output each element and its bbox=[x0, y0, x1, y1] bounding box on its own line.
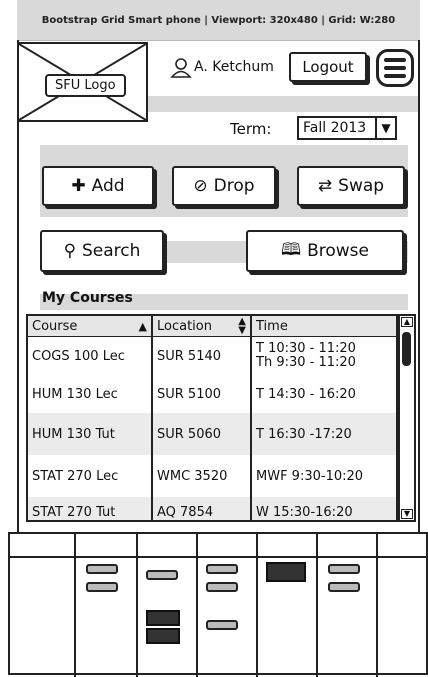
cell-time: W 15:30-16:20 bbox=[252, 497, 398, 520]
grid-cell-dark bbox=[146, 628, 180, 644]
plus-icon: ✚ bbox=[71, 176, 86, 196]
time-line: T 10:30 - 11:20 bbox=[256, 341, 356, 356]
drop-label: Drop bbox=[213, 176, 255, 196]
grid-cell-pill bbox=[86, 582, 118, 592]
viewport-titlebar: Bootstrap Grid Smart phone | Viewport: 3… bbox=[17, 0, 420, 41]
grid-cell-dark bbox=[266, 562, 306, 582]
cancel-icon: ⊘ bbox=[193, 176, 208, 196]
cell-location: WMC 3520 bbox=[153, 455, 252, 497]
grid-cell-pill bbox=[86, 564, 118, 574]
drop-button[interactable]: ⊘ Drop bbox=[172, 166, 276, 206]
swap-button[interactable]: ⇄ Swap bbox=[297, 166, 405, 206]
table-row[interactable]: COGS 100 Lec SUR 5140 T 10:30 - 11:20 Th… bbox=[28, 337, 398, 375]
courses-table[interactable]: Course ▲ Location ▲ ▼ Time COGS 100 Lec S… bbox=[26, 314, 416, 522]
browse-button[interactable]: 🕮 Browse bbox=[246, 230, 404, 272]
menu-icon-bar bbox=[384, 74, 406, 78]
menu-button[interactable] bbox=[376, 49, 414, 87]
grid-cell-pill bbox=[328, 582, 360, 592]
viewport-title: Bootstrap Grid Smart phone | Viewport: 3… bbox=[41, 14, 396, 26]
grid-cell-pill bbox=[328, 564, 360, 574]
sfu-logo[interactable]: SFU Logo bbox=[17, 42, 148, 122]
my-courses-title: My Courses bbox=[42, 290, 133, 306]
cell-time: T 10:30 - 11:20 Th 9:30 - 11:20 bbox=[252, 337, 398, 375]
swap-icon: ⇄ bbox=[317, 176, 333, 196]
cell-location: SUR 5060 bbox=[153, 413, 252, 455]
term-label: Term: bbox=[230, 120, 272, 138]
term-value: Fall 2013 bbox=[303, 120, 367, 136]
grid-column-line bbox=[196, 534, 198, 677]
grid-rule bbox=[10, 556, 426, 558]
grid-column-line bbox=[376, 534, 378, 677]
grid-column-line bbox=[136, 534, 138, 677]
cell-time: MWF 9:30-10:20 bbox=[252, 455, 398, 497]
menu-icon-bar bbox=[384, 66, 406, 70]
cell-course: COGS 100 Lec bbox=[28, 337, 153, 375]
search-icon: ⚲ bbox=[63, 241, 77, 261]
column-header-label: Time bbox=[256, 318, 288, 334]
add-button[interactable]: ✚ Add bbox=[42, 166, 154, 206]
table-header: Course ▲ Location ▲ ▼ Time bbox=[28, 316, 398, 337]
grid-column-line bbox=[74, 534, 76, 677]
table-row[interactable]: STAT 270 Tut AQ 7854 W 15:30-16:20 bbox=[28, 497, 398, 520]
sort-asc-icon: ▲ bbox=[138, 319, 147, 333]
scroll-thumb[interactable] bbox=[402, 332, 411, 366]
logo-label: SFU Logo bbox=[45, 74, 126, 97]
column-header-time[interactable]: Time bbox=[252, 316, 398, 336]
column-header-course[interactable]: Course ▲ bbox=[28, 316, 153, 336]
cell-location: SUR 5100 bbox=[153, 375, 252, 413]
term-select[interactable]: Fall 2013 ▼ bbox=[297, 116, 397, 140]
grid-cell-pill bbox=[206, 582, 238, 592]
sort-icon: ▲ ▼ bbox=[238, 316, 246, 336]
user-icon bbox=[170, 58, 192, 78]
scroll-down-icon[interactable]: ▼ bbox=[401, 509, 413, 519]
grid-cell-dark bbox=[146, 610, 180, 626]
menu-icon-bar bbox=[384, 58, 406, 62]
logout-label: Logout bbox=[302, 58, 354, 76]
grid-columns-sketch bbox=[8, 532, 428, 677]
grid-cell-pill bbox=[146, 570, 178, 580]
cell-location: SUR 5140 bbox=[153, 337, 252, 375]
grid-cell-pill bbox=[206, 564, 238, 574]
cell-time: T 14:30 - 16:20 bbox=[252, 375, 398, 413]
logout-button[interactable]: Logout bbox=[289, 52, 367, 82]
browse-label: Browse bbox=[307, 241, 369, 261]
column-header-label: Course bbox=[32, 318, 78, 334]
search-label: Search bbox=[82, 241, 141, 261]
column-header-label: Location bbox=[157, 318, 212, 334]
user-info[interactable]: A. Ketchum bbox=[170, 56, 274, 78]
column-header-location[interactable]: Location ▲ ▼ bbox=[153, 316, 252, 336]
search-button[interactable]: ⚲ Search bbox=[40, 230, 164, 272]
user-name: A. Ketchum bbox=[194, 59, 274, 75]
cell-course: STAT 270 Lec bbox=[28, 455, 153, 497]
cell-course: HUM 130 Lec bbox=[28, 375, 153, 413]
cell-location: AQ 7854 bbox=[153, 497, 252, 520]
grid-cell-pill bbox=[206, 620, 238, 630]
grid-column-line bbox=[256, 534, 258, 677]
add-label: Add bbox=[91, 176, 125, 196]
table-row[interactable]: STAT 270 Lec WMC 3520 MWF 9:30-10:20 bbox=[28, 455, 398, 497]
header-strip bbox=[148, 96, 418, 112]
table-row[interactable]: HUM 130 Tut SUR 5060 T 16:30 -17:20 bbox=[28, 413, 398, 455]
cell-course: HUM 130 Tut bbox=[28, 413, 153, 455]
grid-column-line bbox=[316, 534, 318, 677]
scroll-up-icon[interactable]: ▲ bbox=[401, 317, 413, 327]
table-scrollbar[interactable]: ▲ ▼ bbox=[398, 316, 414, 520]
cell-course: STAT 270 Tut bbox=[28, 497, 153, 520]
cell-time: T 16:30 -17:20 bbox=[252, 413, 398, 455]
swap-label: Swap bbox=[338, 176, 385, 196]
book-icon: 🕮 bbox=[281, 239, 302, 260]
chevron-down-icon: ▼ bbox=[375, 118, 395, 138]
table-row[interactable]: HUM 130 Lec SUR 5100 T 14:30 - 16:20 bbox=[28, 375, 398, 413]
time-line: Th 9:30 - 11:20 bbox=[256, 355, 356, 370]
